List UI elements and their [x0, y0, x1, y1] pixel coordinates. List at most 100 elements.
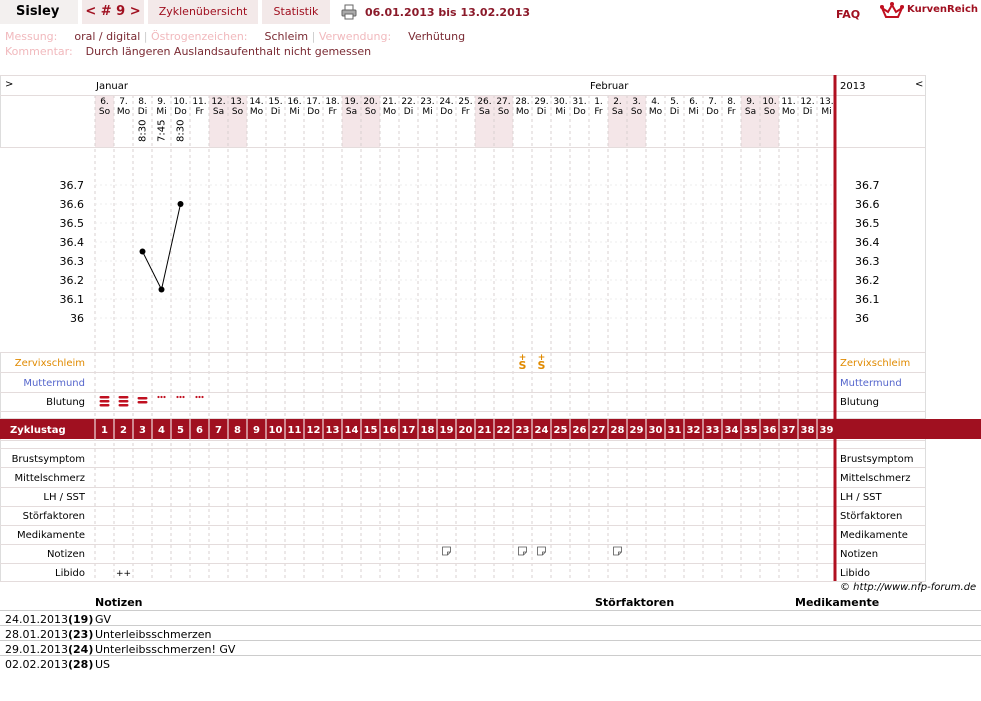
- bleeding-spotting-mark: [201, 395, 204, 399]
- note-date: 02.02.2013: [5, 658, 68, 671]
- day-number: 16.: [287, 97, 301, 107]
- bleeding-heavy-mark: [118, 404, 129, 407]
- temp-tick-left: 36: [70, 312, 84, 325]
- day-number: 10.: [173, 97, 187, 107]
- row-label-muttermund: Muttermund: [23, 378, 85, 389]
- row-label-right-3: Störfaktoren: [840, 511, 902, 522]
- cycle-day-number: 20: [459, 425, 473, 436]
- cycle-day-number: 25: [554, 425, 568, 436]
- day-number: 26.: [477, 97, 491, 107]
- temperature-point: [177, 201, 184, 207]
- measure-time: 8:30: [138, 120, 149, 142]
- temp-tick-right: 36.3: [855, 255, 880, 268]
- temp-tick-right: 36.6: [855, 198, 880, 211]
- weekday-label: Mi: [156, 107, 166, 117]
- weekday-label: Sa: [213, 107, 224, 117]
- temperature-area: [0, 147, 835, 352]
- day-number: 9.: [157, 97, 166, 107]
- row-label-right-4: Medikamente: [840, 530, 908, 541]
- cycle-day-number: 23: [516, 425, 530, 436]
- cycle-day-number: 18: [421, 425, 435, 436]
- weekday-label: Do: [307, 107, 320, 117]
- day-number: 5.: [670, 97, 679, 107]
- day-number: 11.: [781, 97, 795, 107]
- year-label: 2013: [840, 81, 865, 92]
- temp-tick-right: 36.5: [855, 217, 880, 230]
- day-number: 19.: [344, 97, 358, 107]
- day-number: 20.: [363, 97, 377, 107]
- row-label-zervixschleim: Zervixschleim: [15, 358, 85, 369]
- temp-tick-right: 36: [855, 312, 869, 325]
- weekday-label: So: [232, 107, 244, 117]
- row-label-5: Notizen: [47, 549, 85, 560]
- day-number: 12.: [800, 97, 814, 107]
- day-number: 24.: [439, 97, 453, 107]
- cycle-day-number: 11: [288, 425, 302, 436]
- weekday-label: So: [764, 107, 776, 117]
- cycle-day-number: 35: [744, 425, 758, 436]
- day-number: 13.: [819, 97, 833, 107]
- cycle-day-number: 21: [478, 425, 492, 436]
- notes-table-row: 24.01.2013 (19) GV: [0, 610, 981, 626]
- row-label-4: Medikamente: [17, 530, 85, 541]
- day-number: 15.: [268, 97, 282, 107]
- day-number: 21.: [382, 97, 396, 107]
- bleeding-spotting-mark: [182, 395, 185, 399]
- medication-header: Medikamente: [795, 596, 880, 609]
- day-number: 2.: [613, 97, 622, 107]
- cycle-day-number: 27: [592, 425, 606, 436]
- cycle-day-number: 36: [763, 425, 777, 436]
- bleeding-spotting-mark: [157, 395, 160, 399]
- disturbance-header: Störfaktoren: [595, 596, 675, 609]
- cycle-day-number: 10: [269, 425, 283, 436]
- note-icon[interactable]: [442, 546, 451, 556]
- cycle-day-number: 33: [706, 425, 720, 436]
- weekday-label: Di: [404, 107, 413, 117]
- cycle-day-label: Zyklustag: [10, 425, 66, 436]
- weekday-label: Mi: [688, 107, 698, 117]
- weekday-label: Mi: [422, 107, 432, 117]
- row-label-1: Mittelschmerz: [15, 473, 85, 484]
- nav-next-arrow[interactable]: <: [915, 79, 923, 90]
- bleeding-spotting-mark: [198, 395, 201, 399]
- row-label-right-6: Libido: [840, 568, 870, 579]
- day-number: 12.: [211, 97, 225, 107]
- bleeding-medium-mark: [137, 397, 148, 400]
- day-number: 22.: [401, 97, 415, 107]
- temp-tick-left: 36.4: [60, 236, 85, 249]
- weekday-label: Do: [440, 107, 453, 117]
- cycle-day-number: 12: [307, 425, 321, 436]
- bleeding-spotting-mark: [163, 395, 166, 399]
- row-label-2: LH / SST: [43, 492, 86, 503]
- bleeding-heavy-mark: [99, 396, 110, 399]
- cycle-day-number: 30: [649, 425, 663, 436]
- weekday-label: Mo: [117, 107, 131, 117]
- row-label-right-0: Brustsymptom: [840, 454, 913, 465]
- cycle-day-number: 14: [345, 425, 359, 436]
- cycle-day-number: 26: [573, 425, 587, 436]
- temp-tick-left: 36.3: [60, 255, 85, 268]
- notes-table-row: 02.02.2013 (28) US: [0, 655, 981, 671]
- note-icon[interactable]: [613, 546, 622, 556]
- note-icon[interactable]: [518, 546, 527, 556]
- day-number: 31.: [572, 97, 586, 107]
- row-label-zervixschleim-right: Zervixschleim: [840, 358, 910, 369]
- bleeding-spotting-mark: [176, 395, 179, 399]
- cycle-day-number: 22: [497, 425, 511, 436]
- weekday-label: Fr: [594, 107, 603, 117]
- row-label-6: Libido: [55, 568, 85, 579]
- temp-tick-right: 36.1: [855, 293, 880, 306]
- temperature-point: [158, 286, 165, 293]
- weekday-label: So: [498, 107, 510, 117]
- note-icon[interactable]: [537, 546, 546, 556]
- cycle-day-number: 5: [177, 425, 184, 436]
- bleeding-heavy-mark: [99, 400, 110, 403]
- weekday-label: Mi: [289, 107, 299, 117]
- weekday-label: So: [631, 107, 643, 117]
- row-label-muttermund-right: Muttermund: [840, 378, 902, 389]
- weekday-label: Mi: [821, 107, 831, 117]
- bleeding-heavy-mark: [118, 396, 129, 399]
- nav-prev-arrow[interactable]: >: [5, 79, 13, 90]
- bleeding-medium-mark: [137, 401, 148, 404]
- weekday-label: So: [99, 107, 111, 117]
